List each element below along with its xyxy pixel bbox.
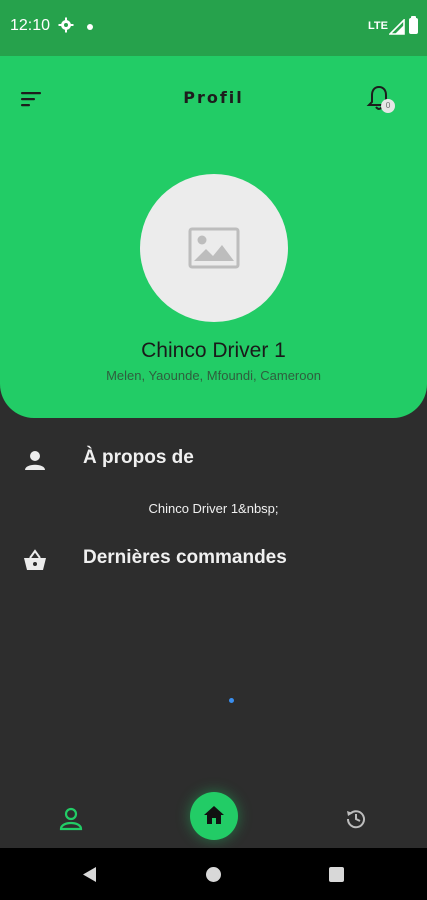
nav-history-button[interactable] [342, 805, 370, 833]
notification-dot-icon [87, 24, 93, 30]
nav-profile-button[interactable] [56, 804, 86, 834]
notification-badge: 0 [381, 99, 395, 113]
person-icon [22, 448, 48, 478]
bottom-navigation [0, 792, 427, 848]
avatar[interactable] [140, 174, 288, 322]
about-text: Chinco Driver 1&nbsp; [148, 501, 279, 516]
system-home-icon[interactable] [206, 867, 221, 882]
orders-section[interactable]: Dernières commandes [0, 540, 427, 580]
back-icon[interactable] [82, 866, 98, 887]
orders-title: Dernières commandes [83, 547, 287, 568]
profile-address: Melen, Yaounde, Mfoundi, Cameroon [106, 368, 321, 383]
status-bar: 12:10 LTE [0, 0, 427, 56]
home-icon [204, 806, 224, 824]
page-title: Profil [183, 88, 244, 107]
profile-name: Chinco Driver 1 [141, 339, 286, 362]
basket-icon [22, 548, 48, 578]
profile-header: Profil 0 Chinco Driver 1 Melen, Yaounde,… [0, 56, 427, 418]
history-icon [346, 810, 365, 829]
status-time: 12:10 [10, 17, 51, 34]
about-title: À propos de [83, 447, 194, 468]
signal-icon [388, 18, 405, 39]
nav-home-button[interactable] [190, 792, 238, 840]
about-section[interactable]: À propos de [0, 440, 427, 480]
image-placeholder-icon [188, 227, 240, 269]
battery-icon [409, 16, 418, 34]
network-type: LTE [368, 20, 388, 32]
recent-apps-icon[interactable] [329, 867, 344, 882]
loading-indicator [229, 698, 234, 703]
settings-gear-icon [58, 17, 74, 37]
person-outline-icon [59, 807, 83, 831]
system-navigation-bar [0, 848, 427, 900]
